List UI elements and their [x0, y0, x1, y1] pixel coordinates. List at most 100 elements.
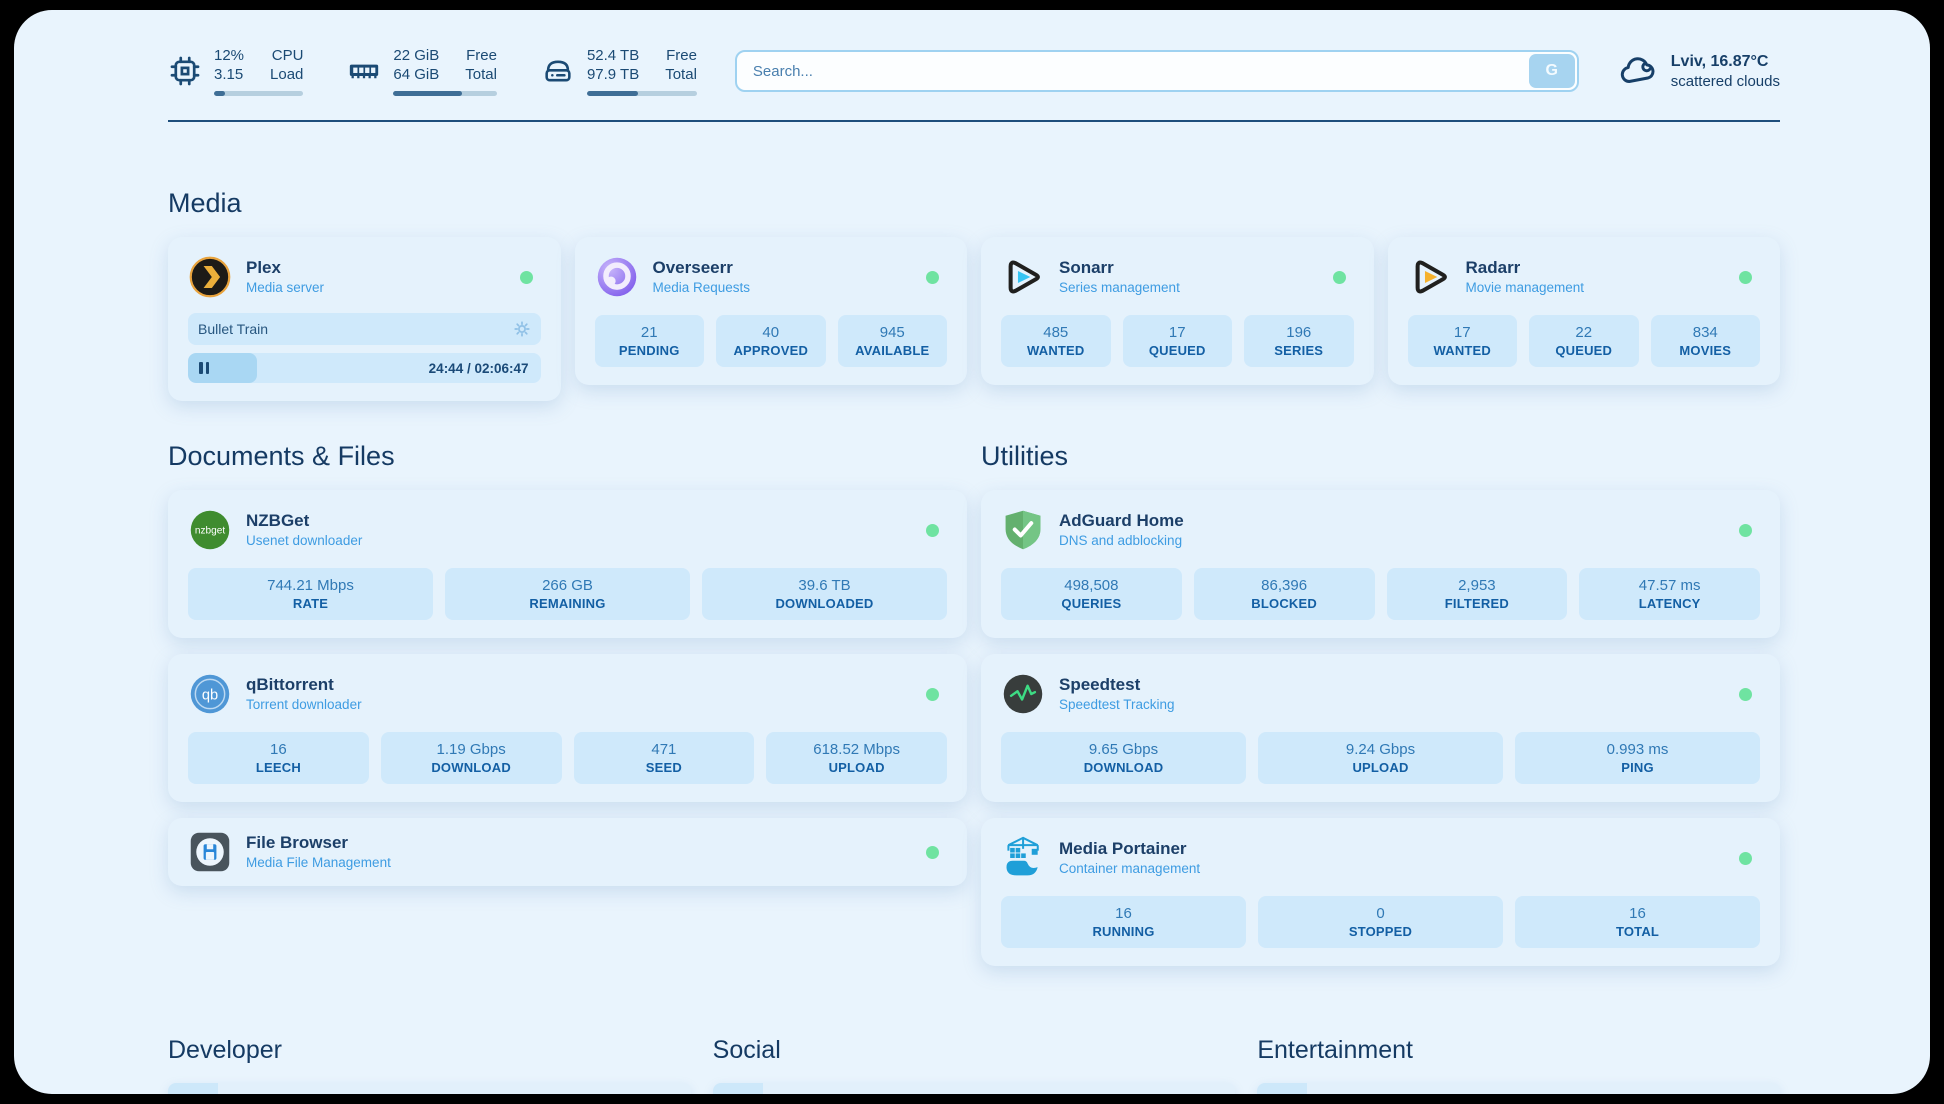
radarr-icon: [1408, 255, 1452, 299]
app-name: Media Portainer: [1059, 838, 1200, 860]
link-youtube[interactable]: YT YouTube youtube.com: [1257, 1083, 1780, 1094]
nzbget-stats: 744.21 Mbps RATE 266 GB REMAINING 39.6 T…: [188, 568, 947, 620]
stat-label: RUNNING: [1005, 923, 1242, 941]
stat-label: PING: [1519, 759, 1756, 777]
cpu-stat: 12% 3.15 CPU Load: [168, 46, 303, 96]
disk-free-value: 52.4 TB: [587, 46, 639, 65]
stat-pill: 744.21 Mbps RATE: [188, 568, 433, 620]
stat-label: PENDING: [599, 342, 701, 360]
disk-icon: [541, 54, 575, 88]
stat-value: 485: [1005, 323, 1107, 342]
stat-pill: 17 WANTED: [1408, 315, 1518, 367]
status-dot: [520, 271, 533, 284]
radarr-stats: 17 WANTED 22 QUEUED 834 MOVIES: [1408, 315, 1761, 367]
cpu-value: 12%: [214, 46, 244, 65]
plex-header[interactable]: Plex Media server: [188, 255, 541, 299]
plex-icon: [188, 255, 232, 299]
disk-progress-bar: [587, 91, 697, 96]
sonarr-header[interactable]: Sonarr Series management: [1001, 255, 1354, 299]
qbittorrent-header[interactable]: qb qBittorrent Torrent downloader: [188, 672, 947, 716]
cpu-progress-fill: [214, 91, 225, 96]
cpu-label: CPU: [270, 46, 303, 65]
portainer-header[interactable]: Media Portainer Container management: [1001, 836, 1760, 880]
link-github[interactable]: GH Github github.com: [168, 1083, 691, 1094]
app-card-filebrowser: File Browser Media File Management: [168, 818, 967, 886]
stat-label: QUERIES: [1005, 595, 1178, 613]
stat-value: 9.65 Gbps: [1005, 740, 1242, 759]
stat-pill: 618.52 Mbps UPLOAD: [766, 732, 947, 784]
stat-label: TOTAL: [1519, 923, 1756, 941]
stat-label: STOPPED: [1262, 923, 1499, 941]
disk-progress-fill: [587, 91, 638, 96]
stat-pill: 485 WANTED: [1001, 315, 1111, 367]
ram-icon: [347, 54, 381, 88]
svg-text:qb: qb: [202, 688, 218, 704]
stat-value: 17: [1127, 323, 1229, 342]
stat-pill: 196 SERIES: [1244, 315, 1354, 367]
sonarr-icon: [1001, 255, 1045, 299]
link-badge: GH: [168, 1083, 218, 1094]
overseerr-header[interactable]: Overseerr Media Requests: [595, 255, 948, 299]
link-linkedin[interactable]: LI LinkedIn linkedin.com: [713, 1083, 1236, 1094]
pause-icon[interactable]: [199, 362, 209, 374]
search-bar: G: [735, 50, 1579, 92]
speedtest-header[interactable]: Speedtest Speedtest Tracking: [1001, 672, 1760, 716]
now-playing-title: Bullet Train: [198, 321, 268, 337]
disk-total-value: 97.9 TB: [587, 65, 639, 84]
adguard-icon: [1001, 508, 1045, 552]
status-dot: [1739, 271, 1752, 284]
stat-pill: 0.993 ms PING: [1515, 732, 1760, 784]
stat-value: 16: [192, 740, 365, 759]
ram-progress-fill: [393, 91, 461, 96]
cpu-load-label: Load: [270, 65, 303, 84]
section-title-documents: Documents & Files: [168, 441, 967, 472]
stat-value: 471: [578, 740, 751, 759]
app-card-adguard: AdGuard Home DNS and adblocking 498,508 …: [981, 490, 1780, 638]
stat-value: 0.993 ms: [1519, 740, 1756, 759]
portainer-stats: 16 RUNNING 0 STOPPED 16 TOTAL: [1001, 896, 1760, 948]
adguard-header[interactable]: AdGuard Home DNS and adblocking: [1001, 508, 1760, 552]
app-subtitle: Speedtest Tracking: [1059, 696, 1175, 714]
stat-pill: 2,953 FILTERED: [1387, 568, 1568, 620]
app-subtitle: Movie management: [1466, 279, 1585, 297]
speedtest-stats: 9.65 Gbps DOWNLOAD 9.24 Gbps UPLOAD 0.99…: [1001, 732, 1760, 784]
app-subtitle: Series management: [1059, 279, 1180, 297]
app-card-plex: Plex Media server Bullet Train 24:44 / 0…: [168, 237, 561, 401]
stat-value: 744.21 Mbps: [192, 576, 429, 595]
stat-pill: 9.65 Gbps DOWNLOAD: [1001, 732, 1246, 784]
status-dot: [926, 271, 939, 284]
stat-value: 47.57 ms: [1583, 576, 1756, 595]
stat-pill: 16 LEECH: [188, 732, 369, 784]
adguard-stats: 498,508 QUERIES 86,396 BLOCKED 2,953 FIL…: [1001, 568, 1760, 620]
app-card-radarr: Radarr Movie management 17 WANTED 22 QUE…: [1388, 237, 1781, 385]
stat-pill: 47.57 ms LATENCY: [1579, 568, 1760, 620]
search-input[interactable]: [735, 50, 1579, 92]
nzbget-icon: nzbget: [188, 508, 232, 552]
ram-free-value: 22 GiB: [393, 46, 439, 65]
weather-location: Lviv, 16.87°C: [1671, 51, 1780, 72]
stat-value: 9.24 Gbps: [1262, 740, 1499, 759]
stat-label: REMAINING: [449, 595, 686, 613]
status-dot: [1739, 524, 1752, 537]
nzbget-header[interactable]: nzbget NZBGet Usenet downloader: [188, 508, 947, 552]
cpu-icon: [168, 54, 202, 88]
stat-value: 39.6 TB: [706, 576, 943, 595]
search-engine-button[interactable]: G: [1529, 54, 1575, 88]
stat-value: 834: [1655, 323, 1757, 342]
app-card-speedtest: Speedtest Speedtest Tracking 9.65 Gbps D…: [981, 654, 1780, 802]
stat-pill: 22 QUEUED: [1529, 315, 1639, 367]
stat-pill: 39.6 TB DOWNLOADED: [702, 568, 947, 620]
stat-pill: 16 RUNNING: [1001, 896, 1246, 948]
stat-value: 0: [1262, 904, 1499, 923]
ram-progress-bar: [393, 91, 497, 96]
app-name: AdGuard Home: [1059, 510, 1184, 532]
gear-icon[interactable]: [513, 320, 531, 338]
ram-total-value: 64 GiB: [393, 65, 439, 84]
radarr-header[interactable]: Radarr Movie management: [1408, 255, 1761, 299]
section-title-media: Media: [168, 188, 1780, 219]
disk-stat: 52.4 TB 97.9 TB Free Total: [541, 46, 697, 96]
filebrowser-header[interactable]: File Browser Media File Management: [188, 830, 947, 874]
stat-value: 618.52 Mbps: [770, 740, 943, 759]
mid-section-grid: Documents & Files nzbget NZBGet Usenet d…: [168, 401, 1780, 966]
link-groups: Developer GH Github github.com SO StackO…: [168, 1036, 1780, 1094]
